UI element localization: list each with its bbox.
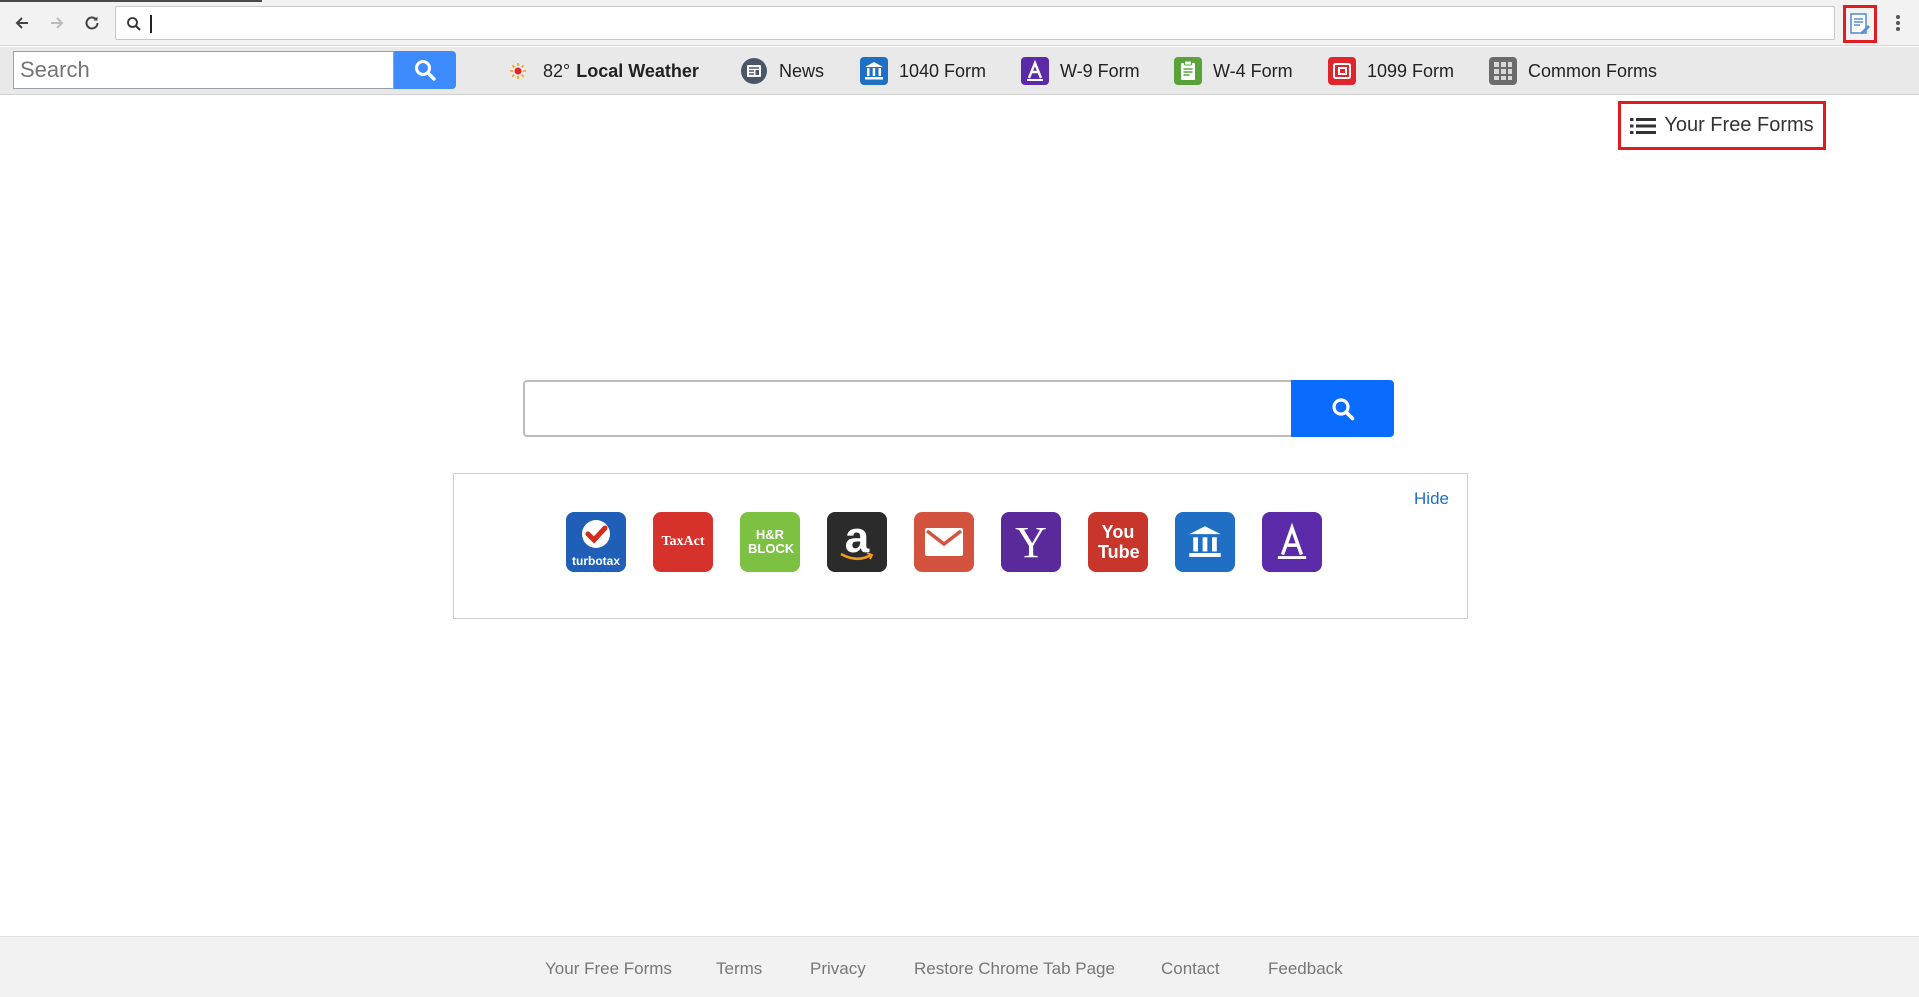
tile-turbotax-label: turbotax [572, 554, 620, 568]
tile-hr-block-label: H&R BLOCK [748, 527, 795, 556]
amazon-smile-icon [840, 552, 874, 561]
reload-icon [85, 16, 99, 30]
bank-icon [859, 56, 889, 86]
arrow-left-icon [15, 17, 28, 29]
extension-button[interactable] [1843, 5, 1877, 43]
footer-link-terms[interactable]: Terms [716, 959, 762, 979]
address-bar[interactable] [115, 6, 1835, 40]
search-icon [1331, 397, 1354, 420]
your-free-forms-menu-button[interactable]: Your Free Forms [1618, 101, 1826, 150]
tile-hr-block[interactable]: H&R BLOCK [740, 512, 800, 572]
toolbar-link-label: W-4 Form [1213, 60, 1293, 81]
reload-button[interactable] [80, 11, 104, 35]
quick-links-panel: Hide turbotax TaxAct H&R BLOCK a Y You T… [453, 473, 1468, 619]
menu-dot [1896, 15, 1900, 19]
menu-dot [1896, 21, 1900, 25]
menu-button-label: Your Free Forms [1664, 114, 1814, 136]
toolbar-link-1040-form[interactable]: 1040 Form [859, 56, 986, 86]
bank-icon [1189, 526, 1221, 557]
receipt-icon [1327, 56, 1357, 86]
footer-link-your-free-forms[interactable]: Your Free Forms [545, 959, 672, 979]
tile-bank[interactable] [1175, 512, 1235, 572]
tile-youtube-label: You Tube [1098, 522, 1140, 562]
search-icon [415, 60, 436, 81]
arrow-right-icon [51, 17, 64, 29]
toolbar-link-label: Common Forms [1528, 60, 1658, 81]
weather-link[interactable]: 82° Local Weather [503, 56, 699, 86]
tile-mail[interactable] [914, 512, 974, 572]
sun-icon [503, 56, 533, 86]
browser-toolbar [0, 0, 1919, 46]
tile-taxact[interactable]: TaxAct [653, 512, 713, 572]
tile-amazon[interactable]: a [827, 512, 887, 572]
footer-link-restore-chrome-tab-page[interactable]: Restore Chrome Tab Page [914, 959, 1115, 979]
tile-turbotax[interactable]: turbotax [566, 512, 626, 572]
extension-toolbar: 82° Local Weather News 1040 Form W-9 For… [0, 47, 1919, 95]
mail-icon [925, 528, 963, 556]
text-cursor [150, 15, 152, 33]
menu-dot [1896, 27, 1900, 31]
footer-link-privacy[interactable]: Privacy [810, 959, 866, 979]
form-edit-icon [1850, 13, 1870, 34]
list-icon [1630, 117, 1657, 134]
forward-button[interactable] [45, 11, 69, 35]
clipboard-icon [1173, 56, 1203, 86]
main-search-input[interactable] [523, 380, 1293, 437]
forms-grid-icon [1488, 56, 1518, 86]
search-icon [127, 17, 141, 31]
weather-label: Local Weather [576, 60, 699, 81]
hide-link[interactable]: Hide [1414, 489, 1449, 509]
tile-letter-a[interactable] [1262, 512, 1322, 572]
tab-loading-bar [0, 0, 262, 2]
footer-link-contact[interactable]: Contact [1161, 959, 1220, 979]
toolbar-link-label: News [779, 60, 825, 81]
tile-yahoo-label: Y [1015, 517, 1047, 567]
weather-temp: 82° [543, 60, 571, 81]
browser-menu-button[interactable] [1888, 13, 1908, 33]
page-footer: Your Free Forms Terms Privacy Restore Ch… [0, 936, 1919, 997]
main-search-bar [523, 380, 1394, 437]
back-button[interactable] [10, 11, 34, 35]
tile-youtube[interactable]: You Tube [1088, 512, 1148, 572]
toolbar-link-label: 1099 Form [1367, 60, 1455, 81]
quick-links-tiles: turbotax TaxAct H&R BLOCK a Y You Tube [566, 512, 1322, 572]
toolbar-search-input[interactable] [13, 51, 394, 89]
toolbar-link-w9-form[interactable]: W-9 Form [1020, 56, 1140, 86]
main-search-button[interactable] [1291, 380, 1394, 437]
toolbar-link-label: W-9 Form [1060, 60, 1140, 81]
letter-a-icon [1020, 56, 1050, 86]
tile-taxact-label: TaxAct [661, 534, 705, 549]
toolbar-link-common-forms[interactable]: Common Forms [1488, 56, 1657, 86]
news-icon [739, 56, 769, 86]
toolbar-link-1099-form[interactable]: 1099 Form [1327, 56, 1454, 86]
toolbar-link-label: 1040 Form [899, 60, 987, 81]
toolbar-link-w4-form[interactable]: W-4 Form [1173, 56, 1293, 86]
letter-a-icon [1277, 522, 1307, 559]
toolbar-link-news[interactable]: News [739, 56, 824, 86]
tile-yahoo[interactable]: Y [1001, 512, 1061, 572]
footer-link-feedback[interactable]: Feedback [1268, 959, 1343, 979]
toolbar-search-button[interactable] [394, 51, 456, 89]
